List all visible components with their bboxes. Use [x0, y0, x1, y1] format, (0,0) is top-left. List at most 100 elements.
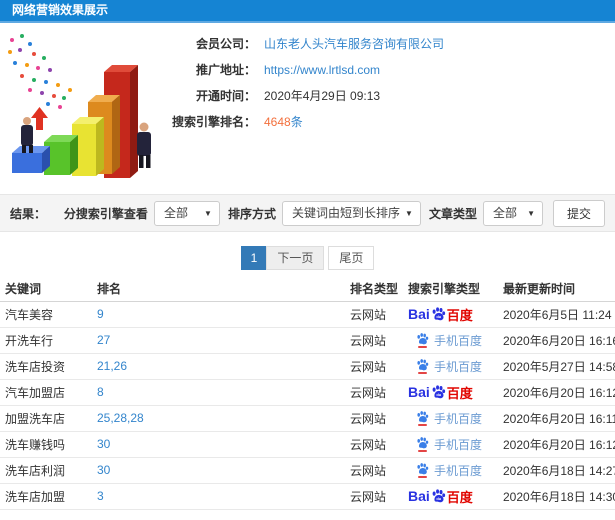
open-time-label: 开通时间：	[195, 89, 256, 103]
chevron-down-icon: ▼	[405, 208, 413, 218]
results-table: 关键词 排名 排名类型 搜索引擎类型 最新更新时间 汽车美容 9 云网站 Bai	[0, 277, 615, 510]
cell-engine: Bai du 百度	[403, 301, 498, 328]
promo-url-label: 推广地址：	[195, 63, 256, 77]
cell-keyword: 洗车店加盟	[0, 483, 92, 510]
confetti-dots	[8, 34, 72, 109]
cell-updated: 2020年6月20日 16:16	[498, 327, 615, 354]
baidu-mobile-logo: 手机百度	[416, 462, 482, 479]
cell-rank-type: 云网站	[345, 483, 403, 510]
rank-count-suffix: 条	[290, 115, 303, 129]
info-section: 会员公司： 山东老人头汽车服务咨询有限公司 推广地址： https://www.…	[0, 23, 615, 194]
cell-keyword: 洗车赚钱吗	[0, 431, 92, 458]
baidu-mobile-text: 手机百度	[434, 333, 483, 348]
cell-engine: 手机百度	[403, 457, 498, 484]
rank-link[interactable]: 27	[97, 333, 110, 347]
baidu-pc-logo: Bai du 百度	[408, 487, 473, 506]
cell-rank: 9	[92, 301, 345, 328]
cell-rank: 30	[92, 431, 345, 458]
baidu-mobile-paw-icon	[416, 332, 429, 348]
cell-engine: Bai du 百度	[403, 379, 498, 406]
rank-link[interactable]: 8	[97, 385, 104, 399]
cell-updated: 2020年6月20日 16:11	[498, 405, 615, 432]
rank-link[interactable]: 30	[97, 437, 110, 451]
engine-select[interactable]: 全部 ▼	[153, 200, 220, 226]
info-row-company: 会员公司： 山东老人头汽车服务咨询有限公司	[170, 35, 615, 52]
bar-chart-illustration	[8, 34, 151, 178]
col-keyword: 关键词	[0, 277, 92, 302]
cell-updated: 2020年6月18日 14:27	[498, 457, 615, 484]
rank-link[interactable]: 3	[97, 489, 104, 503]
baidu-du-text: 百度	[446, 307, 473, 323]
cell-rank: 27	[92, 327, 345, 354]
baidu-pc-logo: Bai du 百度	[408, 305, 473, 324]
baidu-mobile-text: 手机百度	[434, 359, 483, 374]
baidu-mobile-logo: 手机百度	[416, 436, 482, 453]
article-type-select[interactable]: 全部 ▼	[482, 200, 543, 226]
cell-engine: 手机百度	[403, 431, 498, 458]
rank-link[interactable]: 25,28,28	[97, 411, 144, 425]
sort-select[interactable]: 关键词由短到长排序 ▼	[281, 200, 421, 226]
svg-text:du: du	[436, 496, 441, 501]
baidu-mobile-paw-icon	[416, 358, 429, 374]
baidu-du-text: 百度	[446, 489, 473, 505]
baidu-paw-icon: du	[432, 488, 445, 502]
cell-engine: 手机百度	[403, 327, 498, 354]
info-row-url: 推广地址： https://www.lrtlsd.com	[170, 61, 615, 78]
baidu-mobile-paw-icon	[416, 410, 429, 426]
businessman-right	[137, 122, 151, 168]
engine-filter-label: 分搜索引擎查看	[63, 206, 148, 221]
rank-link[interactable]: 30	[97, 463, 110, 477]
info-row-open-time: 开通时间： 2020年4月29日 09:13	[170, 87, 615, 104]
cell-updated: 2020年6月18日 14:30	[498, 483, 615, 510]
cell-rank-type: 云网站	[345, 431, 403, 458]
baidu-bai-text: Bai	[408, 488, 430, 504]
table-row: 洗车店利润 30 云网站 手机百度 2020年6月18日 14:27	[0, 457, 615, 484]
next-page-button[interactable]: 下一页	[266, 246, 325, 270]
cell-updated: 2020年5月27日 14:58	[498, 353, 615, 380]
table-row: 洗车店投资 21,26 云网站 手机百度 2020年5月27日 14:58	[0, 353, 615, 380]
cell-rank-type: 云网站	[345, 457, 403, 484]
cell-updated: 2020年6月20日 16:12	[498, 431, 615, 458]
cell-rank: 8	[92, 379, 345, 406]
table-row: 汽车美容 9 云网站 Bai du 百度 2020年6月5日 11:24	[0, 301, 615, 328]
baidu-bai-text: Bai	[408, 306, 430, 322]
baidu-mobile-text: 手机百度	[434, 463, 483, 478]
baidu-mobile-logo: 手机百度	[416, 410, 482, 427]
cell-rank-type: 云网站	[345, 405, 403, 432]
svg-text:du: du	[436, 314, 441, 319]
baidu-paw-icon: du	[432, 306, 445, 320]
last-page-button[interactable]: 尾页	[328, 246, 375, 270]
page-title: 网络营销效果展示	[0, 0, 615, 23]
cell-rank-type: 云网站	[345, 301, 403, 328]
col-rank-type: 排名类型	[345, 277, 403, 302]
result-label: 结果：	[10, 206, 47, 221]
article-type-label: 文章类型	[428, 206, 477, 221]
chevron-down-icon: ▼	[204, 208, 212, 218]
cell-engine: Bai du 百度	[403, 483, 498, 510]
cell-rank: 21,26	[92, 353, 345, 380]
rank-link[interactable]: 9	[97, 307, 104, 321]
page-1-button[interactable]: 1	[240, 246, 268, 270]
table-body: 汽车美容 9 云网站 Bai du 百度 2020年6月5日 11:24 开洗车…	[0, 301, 615, 510]
col-updated: 最新更新时间	[498, 277, 615, 302]
cell-keyword: 洗车店利润	[0, 457, 92, 484]
baidu-mobile-paw-icon	[416, 436, 429, 452]
open-time-value: 2020年4月29日 09:13	[264, 89, 381, 103]
col-rank: 排名	[92, 277, 345, 302]
cell-rank: 25,28,28	[92, 405, 345, 432]
rank-count-value: 4648	[264, 115, 291, 129]
baidu-mobile-text: 手机百度	[434, 411, 483, 426]
promo-url-link[interactable]: https://www.lrtlsd.com	[264, 63, 380, 77]
cell-keyword: 汽车美容	[0, 301, 92, 328]
cell-engine: 手机百度	[403, 353, 498, 380]
table-row: 加盟洗车店 25,28,28 云网站 手机百度 2020年6月20日 16:11	[0, 405, 615, 432]
company-link[interactable]: 山东老人头汽车服务咨询有限公司	[264, 35, 444, 52]
table-row: 洗车店加盟 3 云网站 Bai du 百度 2020年6月18日 14:30	[0, 483, 615, 510]
cell-updated: 2020年6月5日 11:24	[498, 301, 615, 328]
baidu-du-text: 百度	[446, 385, 473, 401]
baidu-mobile-paw-icon	[416, 462, 429, 478]
cell-keyword: 开洗车行	[0, 327, 92, 354]
rank-link[interactable]: 21,26	[97, 359, 127, 373]
submit-button[interactable]: 提交	[552, 199, 605, 227]
baidu-bai-text: Bai	[408, 384, 430, 400]
